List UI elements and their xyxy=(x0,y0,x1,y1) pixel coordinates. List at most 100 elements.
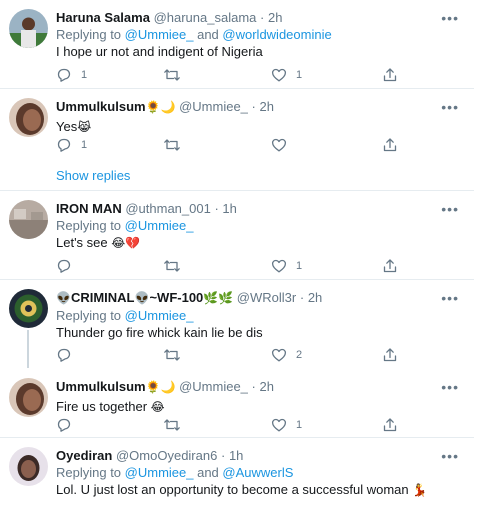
share-button[interactable] xyxy=(382,417,398,433)
user-name[interactable]: Haruna Salama xyxy=(56,10,150,25)
reply-button[interactable] xyxy=(56,417,72,433)
replying-to: Replying to @Ummiee_ and @worldwideomini… xyxy=(56,27,332,42)
more-icon[interactable]: ••• xyxy=(441,202,459,216)
tweet[interactable]: Ummulkulsum🌻🌙 @Ummiee_ · 2h Fire us toge… xyxy=(0,369,474,438)
timestamp[interactable]: 2h xyxy=(260,379,274,394)
like-button[interactable]: 1 xyxy=(271,417,302,433)
separator-dot: · xyxy=(251,379,256,394)
retweet-icon xyxy=(163,137,181,153)
reply-icon xyxy=(56,137,72,153)
share-button[interactable] xyxy=(382,67,398,83)
user-handle[interactable]: @Ummiee_ xyxy=(179,99,248,114)
share-icon xyxy=(382,417,398,433)
replying-to: Replying to @Ummiee_ xyxy=(56,308,194,323)
user-handle[interactable]: @uthman_001 xyxy=(125,201,210,216)
user-name-suffix[interactable]: ~WF-100 xyxy=(149,290,203,305)
mention-link[interactable]: @Ummiee_ xyxy=(125,218,194,233)
more-icon[interactable]: ••• xyxy=(441,100,459,114)
like-count: 2 xyxy=(296,349,303,361)
like-count: 1 xyxy=(296,419,303,431)
tweet[interactable]: Ummulkulsum🌻🌙 @Ummiee_ · 2h Yes😹 ••• 1 S… xyxy=(0,89,474,191)
retweet-button[interactable] xyxy=(163,347,181,363)
separator-dot: · xyxy=(220,448,226,463)
mention-link[interactable]: @Ummiee_ xyxy=(125,308,194,323)
timestamp[interactable]: 2h xyxy=(268,10,282,25)
heart-icon xyxy=(271,417,287,433)
tweet[interactable]: Haruna Salama @haruna_salama · 2h Replyi… xyxy=(0,0,474,89)
user-name[interactable]: Oyediran xyxy=(56,448,112,463)
user-name[interactable]: CRIMINAL xyxy=(71,290,135,305)
reply-button[interactable]: 1 xyxy=(56,67,87,83)
tweet[interactable]: Oyediran @OmoOyediran6 · 1h Replying to … xyxy=(0,438,474,505)
avatar[interactable] xyxy=(9,98,48,137)
retweet-icon xyxy=(163,347,181,363)
more-icon[interactable]: ••• xyxy=(441,11,459,25)
retweet-button[interactable] xyxy=(163,137,181,153)
avatar[interactable] xyxy=(9,289,48,328)
timestamp[interactable]: 2h xyxy=(260,99,274,114)
text-emoji: 😂 xyxy=(150,400,165,414)
avatar[interactable] xyxy=(9,447,48,486)
share-button[interactable] xyxy=(382,347,398,363)
share-icon xyxy=(382,258,398,274)
share-icon xyxy=(382,137,398,153)
retweet-icon xyxy=(163,258,181,274)
tweet-text: Let's see 😂💔 xyxy=(56,235,141,250)
tweet[interactable]: IRON MAN @uthman_001 · 1h Replying to @U… xyxy=(0,191,474,280)
mention-link[interactable]: @AuwwerlS xyxy=(222,465,293,480)
heart-icon xyxy=(271,67,287,83)
mention-link[interactable]: @Ummiee_ xyxy=(125,465,194,480)
separator-dot: · xyxy=(214,201,219,216)
tweet-text: Yes😹 xyxy=(56,119,92,134)
avatar[interactable] xyxy=(9,9,48,48)
timestamp[interactable]: 2h xyxy=(308,290,322,305)
separator-dot: · xyxy=(251,99,256,114)
mention-link[interactable]: @Ummiee_ xyxy=(125,27,194,42)
reply-button[interactable] xyxy=(56,347,72,363)
share-button[interactable] xyxy=(382,258,398,274)
more-icon[interactable]: ••• xyxy=(441,380,459,394)
tweet-header: IRON MAN @uthman_001 · 1h xyxy=(56,200,466,217)
user-name[interactable]: Ummulkulsum xyxy=(56,99,146,114)
tweet-header: Ummulkulsum🌻🌙 @Ummiee_ · 2h xyxy=(56,378,466,396)
separator-dot: · xyxy=(260,10,265,25)
like-count: 1 xyxy=(296,260,303,272)
retweet-button[interactable] xyxy=(163,258,181,274)
retweet-button[interactable] xyxy=(163,417,181,433)
user-handle[interactable]: @haruna_salama xyxy=(154,10,257,25)
retweet-icon xyxy=(163,417,181,433)
text-emoji: 💃 xyxy=(412,483,428,497)
avatar[interactable] xyxy=(9,378,48,417)
avatar[interactable] xyxy=(9,200,48,239)
name-emoji: 🌻🌙 xyxy=(145,100,176,114)
user-handle[interactable]: @WRoll3r xyxy=(237,290,296,305)
replying-to: Replying to @Ummiee_ and @AuwwerlS xyxy=(56,465,294,480)
like-button[interactable]: 2 xyxy=(271,347,302,363)
user-name[interactable]: Ummulkulsum xyxy=(56,379,146,394)
more-icon[interactable]: ••• xyxy=(441,291,459,305)
user-handle[interactable]: @Ummiee_ xyxy=(179,379,248,394)
tweet-header: Ummulkulsum🌻🌙 @Ummiee_ · 2h xyxy=(56,98,466,116)
like-button[interactable] xyxy=(271,137,287,153)
tweet-header: 👽CRIMINAL👽~WF-100🌿🌿 @WRoll3r · 2h xyxy=(56,289,466,307)
tweet-header: Oyediran @OmoOyediran6 · 1h xyxy=(56,447,466,464)
timestamp[interactable]: 1h xyxy=(222,201,236,216)
like-button[interactable]: 1 xyxy=(271,67,302,83)
mention-link[interactable]: @worldwideominie xyxy=(222,27,331,42)
reply-icon xyxy=(56,347,72,363)
thread-line xyxy=(27,330,29,368)
reply-button[interactable] xyxy=(56,258,72,274)
user-handle[interactable]: @OmoOyediran6 xyxy=(116,448,217,463)
timestamp[interactable]: 1h xyxy=(229,448,243,463)
share-button[interactable] xyxy=(382,137,398,153)
reply-button[interactable]: 1 xyxy=(56,137,87,153)
tweet[interactable]: 👽CRIMINAL👽~WF-100🌿🌿 @WRoll3r · 2h Replyi… xyxy=(0,280,474,368)
like-button[interactable]: 1 xyxy=(271,258,302,274)
retweet-button[interactable] xyxy=(163,67,181,83)
tweet-text: Lol. U just lost an opportunity to becom… xyxy=(56,482,428,497)
show-replies-link[interactable]: Show replies xyxy=(56,168,130,183)
user-name[interactable]: IRON MAN xyxy=(56,201,122,216)
reply-icon xyxy=(56,417,72,433)
heart-icon xyxy=(271,258,287,274)
more-icon[interactable]: ••• xyxy=(441,449,459,463)
